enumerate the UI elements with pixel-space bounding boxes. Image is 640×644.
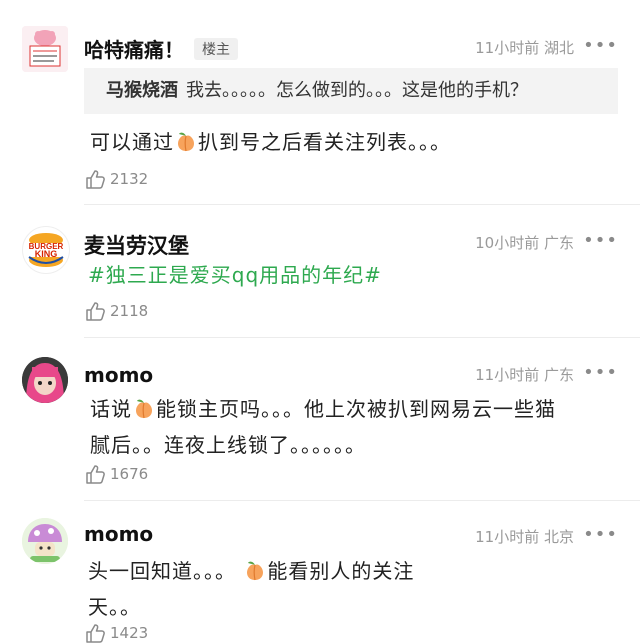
location: 湖北 bbox=[543, 39, 574, 57]
avatar[interactable] bbox=[22, 357, 68, 403]
thumbs-up-icon bbox=[86, 465, 105, 484]
location: 广东 bbox=[543, 366, 574, 384]
username[interactable]: 麦当劳汉堡 bbox=[84, 230, 189, 260]
username[interactable]: momo bbox=[84, 522, 153, 546]
peach-emoji-icon bbox=[243, 558, 267, 591]
avatar[interactable] bbox=[22, 26, 68, 72]
like-button[interactable]: 1423 bbox=[84, 622, 148, 644]
thumbs-up-icon bbox=[86, 302, 105, 321]
more-options-icon[interactable]: ••• bbox=[583, 524, 618, 545]
more-options-icon[interactable]: ••• bbox=[583, 362, 618, 383]
like-count: 2132 bbox=[110, 170, 149, 188]
location: 广东 bbox=[543, 234, 574, 252]
divider bbox=[84, 500, 640, 501]
like-count: 1423 bbox=[110, 624, 149, 642]
more-options-icon[interactable]: ••• bbox=[583, 35, 618, 56]
hashtag-link[interactable]: #独三正是爱买qq用品的年纪# bbox=[88, 259, 618, 291]
like-button[interactable]: 2118 bbox=[84, 300, 148, 322]
more-options-icon[interactable]: ••• bbox=[583, 230, 618, 251]
quote-text: 我去。。。。。怎么做到的。。。这是他的手机？ bbox=[186, 80, 528, 101]
timestamp: 10小时前 bbox=[475, 234, 540, 252]
username[interactable]: momo bbox=[84, 363, 153, 387]
quoted-reply[interactable]: 马猴烧酒 我去。。。。。怎么做到的。。。这是他的手机？ bbox=[84, 68, 618, 114]
comment-text: 头一回知道。。。 能看别人的关注 天。。 bbox=[88, 558, 415, 619]
owner-badge: 楼主 bbox=[194, 38, 238, 60]
divider bbox=[84, 337, 640, 338]
timestamp: 11小时前 bbox=[475, 39, 540, 57]
location: 北京 bbox=[543, 528, 574, 546]
timestamp: 11小时前 bbox=[475, 528, 540, 546]
comment-meta: 11小时前 湖北 bbox=[475, 37, 574, 58]
comment-meta: 10小时前 广东 bbox=[475, 232, 574, 253]
divider bbox=[84, 204, 640, 205]
quote-author: 马猴烧酒 bbox=[106, 80, 178, 101]
burger-king-logo-icon: BURGER KING bbox=[27, 233, 65, 267]
avatar[interactable] bbox=[22, 518, 68, 564]
like-button[interactable]: 2132 bbox=[84, 168, 148, 190]
avatar[interactable]: BURGER KING bbox=[22, 226, 70, 274]
logo-text-bottom: KING bbox=[35, 249, 58, 259]
like-count: 2118 bbox=[110, 302, 149, 320]
thumbs-up-icon bbox=[86, 170, 105, 189]
comment-text: 话说 能锁主页吗。。。他上次被扒到网易云一些猫 腻后。。连夜上线锁了。。。。。。 bbox=[90, 396, 556, 457]
peach-emoji-icon bbox=[174, 129, 198, 162]
comment-meta: 11小时前 广东 bbox=[475, 364, 574, 385]
like-count: 1676 bbox=[110, 465, 149, 483]
avatar-meme-icon bbox=[22, 26, 68, 72]
like-button[interactable]: 1676 bbox=[84, 463, 148, 485]
thumbs-up-icon bbox=[86, 624, 105, 643]
avatar-anime-icon bbox=[22, 357, 68, 403]
avatar-mushroom-icon bbox=[22, 518, 68, 564]
comment-meta: 11小时前 北京 bbox=[475, 526, 574, 547]
peach-emoji-icon bbox=[132, 396, 156, 429]
timestamp: 11小时前 bbox=[475, 366, 540, 384]
username[interactable]: 哈特痛痛！ 楼主 bbox=[84, 34, 238, 63]
comment-text: 可以通过 扒到号之后看关注列表。。。 bbox=[90, 126, 620, 162]
